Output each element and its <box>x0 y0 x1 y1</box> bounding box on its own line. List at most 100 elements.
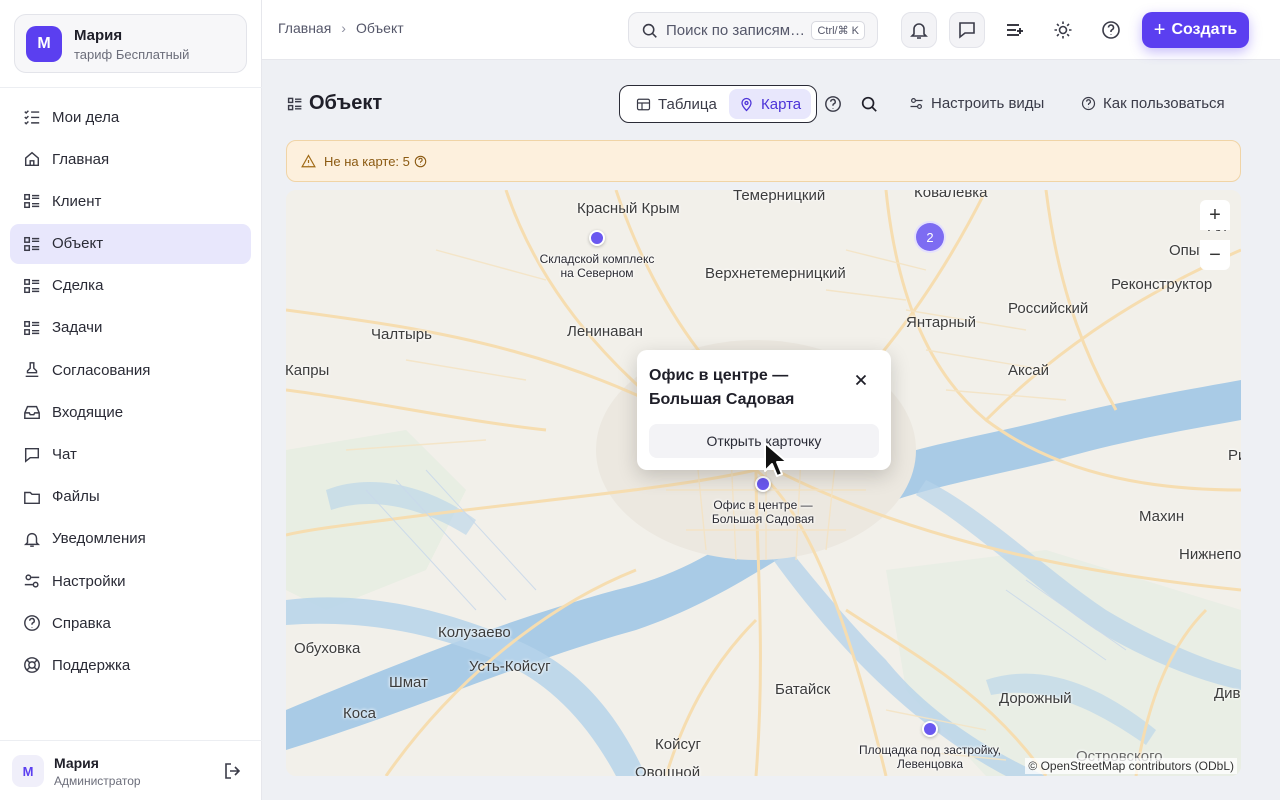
map-place-label: Темерницкий <box>733 190 826 204</box>
page-title-text: Объект <box>309 92 383 114</box>
map-attribution[interactable]: © OpenStreetMap contributors (ODbL) <box>1025 758 1237 774</box>
how-to-use-button[interactable]: Как пользоваться <box>1081 95 1225 112</box>
create-label: Создать <box>1171 21 1238 38</box>
sidebar-item-label: Сделка <box>52 277 104 295</box>
help-icon[interactable] <box>824 95 842 113</box>
sidebar-item-settings[interactable]: Настройки <box>10 561 251 601</box>
sidebar-item-files[interactable]: Файлы <box>10 477 251 517</box>
zoom-in-button[interactable]: + <box>1200 200 1230 230</box>
configure-views-button[interactable]: Настроить виды <box>909 95 1044 112</box>
breadcrumb-current: Объект <box>355 20 404 36</box>
sidebar-item-label: Файлы <box>52 488 100 506</box>
search-icon[interactable] <box>860 95 878 113</box>
close-icon[interactable] <box>853 372 869 388</box>
sidebar-item-tasks[interactable]: Задачи <box>10 308 251 348</box>
marker-label: Складской комплекс на Северном <box>539 252 655 280</box>
map-place-label: Верхнетемерницкий <box>705 265 846 282</box>
sidebar-item-label: Задачи <box>52 319 103 337</box>
sidebar-item-chat[interactable]: Чат <box>10 435 251 475</box>
top-bar: Главная › Объект Поиск по записям… Ctrl/… <box>262 0 1280 60</box>
sidebar-item-label: Согласования <box>52 361 151 379</box>
help-icon[interactable] <box>414 155 427 168</box>
map-place-label: Койсуг <box>655 736 701 753</box>
marker-label: Офис в центре — Большая Садовая <box>711 498 815 526</box>
tab-table[interactable]: Таблица <box>626 89 727 119</box>
avatar[interactable]: М <box>12 755 44 787</box>
list-icon <box>287 97 302 110</box>
tab-table-label: Таблица <box>658 95 717 113</box>
map-marker[interactable] <box>922 721 938 737</box>
account-avatar: М <box>26 26 62 62</box>
not-on-map-banner: Не на карте: 5 <box>286 140 1241 182</box>
zoom-out-button[interactable]: − <box>1200 240 1230 270</box>
user-panel: М Мария Администратор <box>0 740 262 800</box>
help-icon <box>22 613 42 633</box>
sidebar-item-my-tasks[interactable]: Мои дела <box>10 97 251 137</box>
bell-icon <box>910 23 928 39</box>
search-input[interactable]: Поиск по записям… Ctrl/⌘ K <box>628 12 878 48</box>
map-place-label: Шмат <box>389 674 428 691</box>
map-place-label: Дорожный <box>999 690 1072 707</box>
configure-views-label: Настроить виды <box>931 95 1045 112</box>
sidebar-item-label: Мои дела <box>52 108 120 126</box>
marker-label: Площадка под застройку, Левенцовка <box>859 743 1001 771</box>
messages-button[interactable] <box>949 12 985 48</box>
map-place-label: Российский <box>1008 300 1089 317</box>
list-icon <box>22 191 42 211</box>
tab-map[interactable]: Карта <box>729 89 812 119</box>
help-icon <box>1081 96 1096 111</box>
sidebar-item-inbox[interactable]: Входящие <box>10 392 251 432</box>
map-cluster[interactable]: 2 <box>914 221 946 253</box>
sliders-icon <box>910 98 923 109</box>
sidebar-item-home[interactable]: Главная <box>10 139 251 179</box>
sidebar-item-support[interactable]: Поддержка <box>10 645 251 685</box>
add-list-button[interactable] <box>997 12 1033 48</box>
account-plan: тариф Бесплатный <box>74 47 190 62</box>
map-place-label: Батайск <box>775 681 831 698</box>
how-to-use-label: Как пользоваться <box>1103 95 1225 112</box>
sun-icon <box>1054 21 1072 39</box>
checklist-icon <box>22 107 42 127</box>
sidebar-item-object[interactable]: Объект <box>10 223 251 264</box>
search-icon <box>642 23 657 38</box>
map-marker[interactable] <box>589 230 605 246</box>
map-place-label: Обуховка <box>294 640 361 657</box>
breadcrumb-home[interactable]: Главная <box>278 20 331 36</box>
chat-icon <box>959 22 975 39</box>
logout-icon[interactable] <box>223 761 243 781</box>
page-title: Объект <box>287 92 382 115</box>
map-place-label: Ленинаван <box>567 323 643 340</box>
warning-icon <box>301 153 316 167</box>
sidebar-divider <box>0 87 262 88</box>
map-place-label: Чалтырь <box>371 326 432 343</box>
lifebuoy-icon <box>22 655 42 675</box>
create-button[interactable]: + Создать <box>1142 12 1249 48</box>
sidebar-item-notifications[interactable]: Уведомления <box>10 519 251 559</box>
map-place-label: Реконструктор <box>1111 276 1213 293</box>
theme-toggle-button[interactable] <box>1045 12 1081 48</box>
notifications-button[interactable] <box>901 12 937 48</box>
map-place-label: Усть-Койсуг <box>469 658 551 675</box>
map-view[interactable]: Красный Крым Темерницкий Ковалевка Верхн… <box>286 190 1241 776</box>
map-place-label: Овощной <box>635 764 701 776</box>
sidebar-item-help[interactable]: Справка <box>10 603 251 643</box>
plus-icon: + <box>1153 18 1166 41</box>
help-button[interactable] <box>1093 12 1129 48</box>
home-icon <box>22 149 42 169</box>
user-role: Администратор <box>54 774 141 788</box>
chat-icon <box>22 445 42 465</box>
sidebar-item-deal[interactable]: Сделка <box>10 266 251 306</box>
account-switcher[interactable]: М Мария тариф Бесплатный <box>14 14 247 73</box>
map-place-label: Коса <box>343 705 376 722</box>
sidebar-item-label: Справка <box>52 614 111 632</box>
map-place-label: Махин <box>1139 508 1185 525</box>
tab-map-label: Карта <box>761 95 802 113</box>
sidebar-item-approvals[interactable]: Согласования <box>10 350 251 390</box>
sidebar-item-label: Клиент <box>52 192 102 210</box>
sidebar-item-label: Входящие <box>52 403 124 421</box>
stamp-icon <box>22 360 42 380</box>
view-switcher: Таблица Карта <box>619 85 817 123</box>
sidebar-item-label: Объект <box>52 235 104 253</box>
sidebar-item-client[interactable]: Клиент <box>10 181 251 221</box>
search-placeholder: Поиск по записям <box>666 21 791 39</box>
